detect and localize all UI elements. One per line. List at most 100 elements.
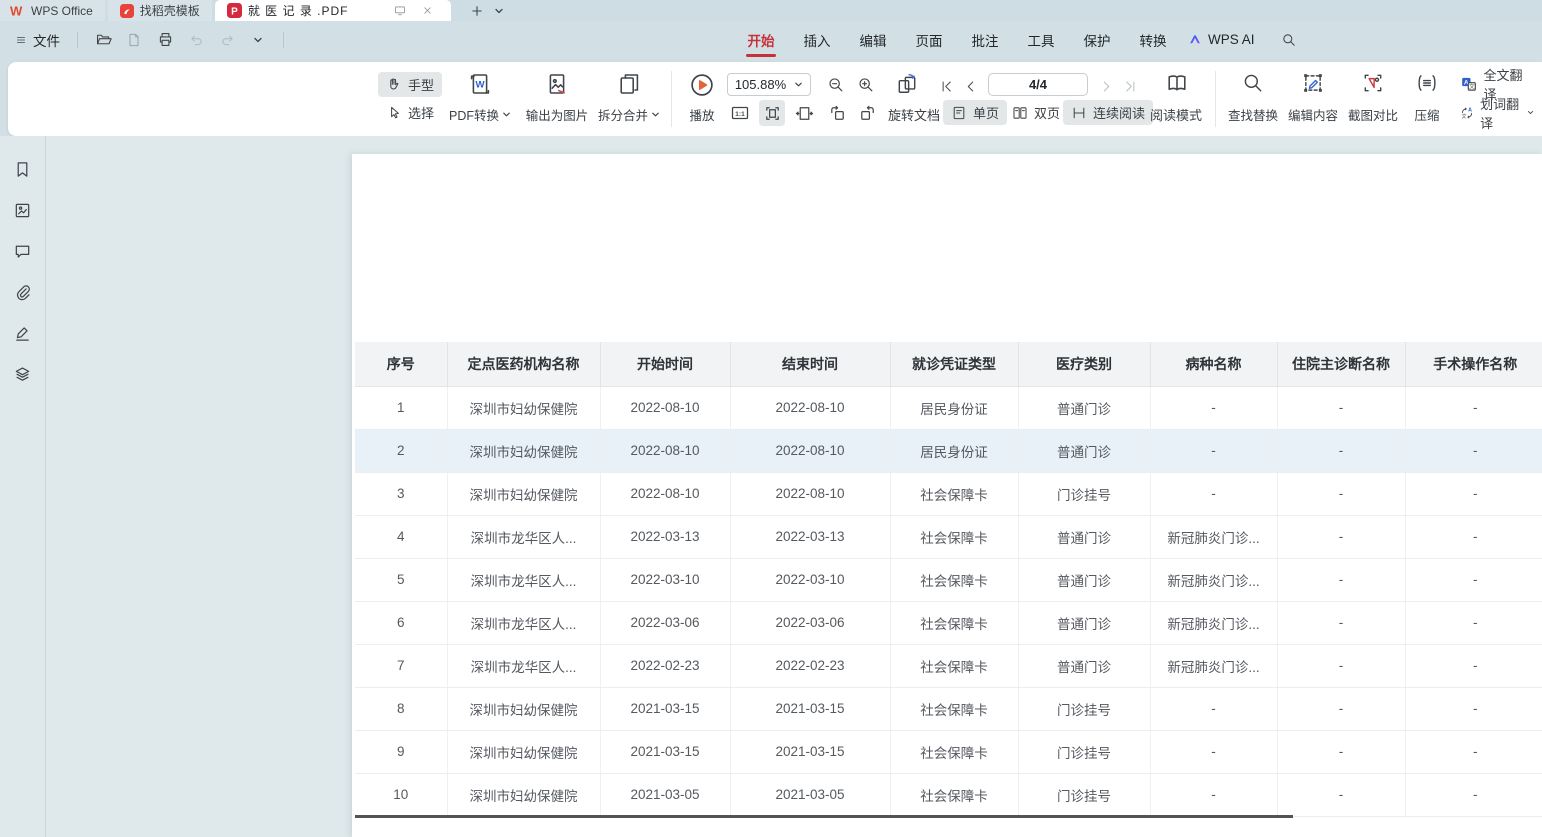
pdf-page[interactable]: 序号定点医药机构名称开始时间结束时间就诊凭证类型医疗类别病种名称住院主诊断名称手…: [352, 154, 1542, 837]
continuous-reading-button[interactable]: 连续阅读: [1063, 100, 1153, 125]
rotate-doc-label[interactable]: 旋转文档: [888, 105, 940, 124]
compress-icon: [1416, 72, 1438, 94]
edit-content-button[interactable]: 编辑内容: [1280, 69, 1346, 129]
full-translate-button[interactable]: A文 全文翻译: [1452, 71, 1542, 96]
fit-page-button[interactable]: [759, 100, 785, 126]
table-row: 4深圳市龙华区人...2022-03-132022-03-13社会保障卡普通门诊…: [355, 515, 1542, 558]
menu-tab-4[interactable]: 批注: [957, 21, 1013, 58]
compress-button[interactable]: 压缩: [1402, 69, 1452, 129]
tab-docer-templates[interactable]: 找稻壳模板: [108, 0, 212, 21]
zoom-level-select[interactable]: 105.88%: [727, 73, 811, 96]
pdf-file-icon: P: [227, 3, 242, 18]
actual-size-button[interactable]: 1:1: [727, 100, 753, 126]
table-cell: 2022-08-10: [730, 386, 890, 429]
menu-tab-7[interactable]: 转换: [1125, 21, 1181, 58]
find-replace-button[interactable]: 查找替换: [1220, 69, 1286, 129]
table-header-cell: 定点医药机构名称: [447, 342, 600, 386]
menu-tab-2[interactable]: 编辑: [845, 21, 901, 58]
table-cell: 新冠肺炎门诊...: [1150, 644, 1277, 687]
save-button[interactable]: [122, 28, 146, 52]
table-cell: -: [1150, 386, 1277, 429]
comments-panel-button[interactable]: [12, 240, 34, 262]
table-cell: 深圳市妇幼保健院: [447, 687, 600, 730]
wps-ai-button[interactable]: WPS AI: [1181, 32, 1261, 47]
menu-tab-5[interactable]: 工具: [1013, 21, 1069, 58]
previous-page-button[interactable]: [959, 73, 981, 99]
window-tab-bar: W WPS Office 找稻壳模板 P 就 医 记 录 .PDF: [0, 0, 1542, 21]
thumbnails-panel-button[interactable]: [12, 199, 34, 221]
last-page-button[interactable]: [1119, 73, 1141, 99]
screenshot-compare-button[interactable]: 截图对比: [1340, 69, 1406, 129]
attachments-panel-button[interactable]: [12, 281, 34, 303]
table-cell: 2022-03-13: [600, 515, 730, 558]
image-icon: [13, 201, 32, 220]
play-button[interactable]: 播放: [674, 69, 730, 129]
first-page-button[interactable]: [935, 73, 957, 99]
menu-tab-3[interactable]: 页面: [901, 21, 957, 58]
rotate-right-button[interactable]: [854, 100, 880, 126]
select-tool-button[interactable]: 选择: [378, 100, 442, 125]
divider: [77, 32, 78, 48]
layers-panel-button[interactable]: [12, 363, 34, 385]
edit-content-label: 编辑内容: [1288, 105, 1338, 124]
hand-tool-button[interactable]: 手型: [378, 72, 442, 97]
page-number-input[interactable]: 4/4: [988, 73, 1088, 96]
word-translate-button[interactable]: 文A 划词翻译: [1452, 100, 1542, 125]
single-page-button[interactable]: 单页: [943, 100, 1007, 125]
redo-button[interactable]: [215, 28, 239, 52]
export-image-label: 输出为图片: [526, 105, 589, 124]
tab-wps-home[interactable]: W WPS Office: [0, 0, 105, 21]
table-cell: -: [1150, 429, 1277, 472]
read-mode-button-icon[interactable]: [1160, 70, 1194, 96]
table-header-cell: 病种名称: [1150, 342, 1277, 386]
next-page-button[interactable]: [1095, 73, 1117, 99]
tab-document-pdf[interactable]: P 就 医 记 录 .PDF: [215, 0, 451, 21]
table-cell: 3: [355, 472, 447, 515]
file-menu-button[interactable]: 文件: [10, 27, 64, 53]
split-merge-button[interactable]: 拆分合并: [590, 69, 668, 129]
table-cell: 普通门诊: [1018, 601, 1150, 644]
undo-button[interactable]: [184, 28, 208, 52]
export-image-button[interactable]: 输出为图片: [516, 69, 598, 129]
table-cell: -: [1405, 601, 1542, 644]
table-cell: 深圳市妇幼保健院: [447, 386, 600, 429]
tab-close-icon[interactable]: [417, 0, 439, 21]
table-header-cell: 开始时间: [600, 342, 730, 386]
quick-access-chevron-icon[interactable]: [246, 28, 270, 52]
menu-search-button[interactable]: [1281, 32, 1297, 48]
svg-text:1:1: 1:1: [735, 111, 745, 118]
fit-page-icon: [763, 104, 782, 123]
svg-text:文: 文: [1462, 112, 1467, 119]
wps-logo-icon: W: [10, 4, 25, 17]
pdf-convert-button[interactable]: W PDF转换: [440, 69, 520, 129]
table-cell: 社会保障卡: [890, 601, 1018, 644]
table-cell: 社会保障卡: [890, 730, 1018, 773]
print-button[interactable]: [153, 28, 177, 52]
zoom-in-button[interactable]: [853, 72, 879, 98]
signature-panel-button[interactable]: [12, 322, 34, 344]
table-cell: 2022-08-10: [600, 472, 730, 515]
read-mode-label[interactable]: 阅读模式: [1150, 105, 1202, 124]
tab-monitor-icon[interactable]: [389, 0, 411, 21]
rotate-left-button[interactable]: [824, 100, 850, 126]
menu-tab-0[interactable]: 开始: [733, 21, 789, 58]
open-file-button[interactable]: [91, 28, 115, 52]
table-cell: 深圳市龙华区人...: [447, 558, 600, 601]
menu-tab-6[interactable]: 保护: [1069, 21, 1125, 58]
table-cell: 5: [355, 558, 447, 601]
rotate-pages-button[interactable]: [894, 71, 920, 97]
bookmarks-panel-button[interactable]: [12, 158, 34, 180]
new-tab-button[interactable]: [466, 0, 488, 21]
table-header-cell: 就诊凭证类型: [890, 342, 1018, 386]
zoom-out-button[interactable]: [823, 72, 849, 98]
hand-icon: [386, 77, 402, 93]
tab-list-chevron-icon[interactable]: [488, 0, 510, 21]
word-translate-icon: 文A: [1460, 104, 1474, 122]
divider: [283, 32, 284, 48]
fit-width-button[interactable]: [791, 100, 817, 126]
tab-label: 找稻壳模板: [140, 2, 200, 19]
menu-tab-1[interactable]: 插入: [789, 21, 845, 58]
previous-page-icon: [963, 79, 978, 94]
table-cell: 4: [355, 515, 447, 558]
table-cell: -: [1150, 730, 1277, 773]
